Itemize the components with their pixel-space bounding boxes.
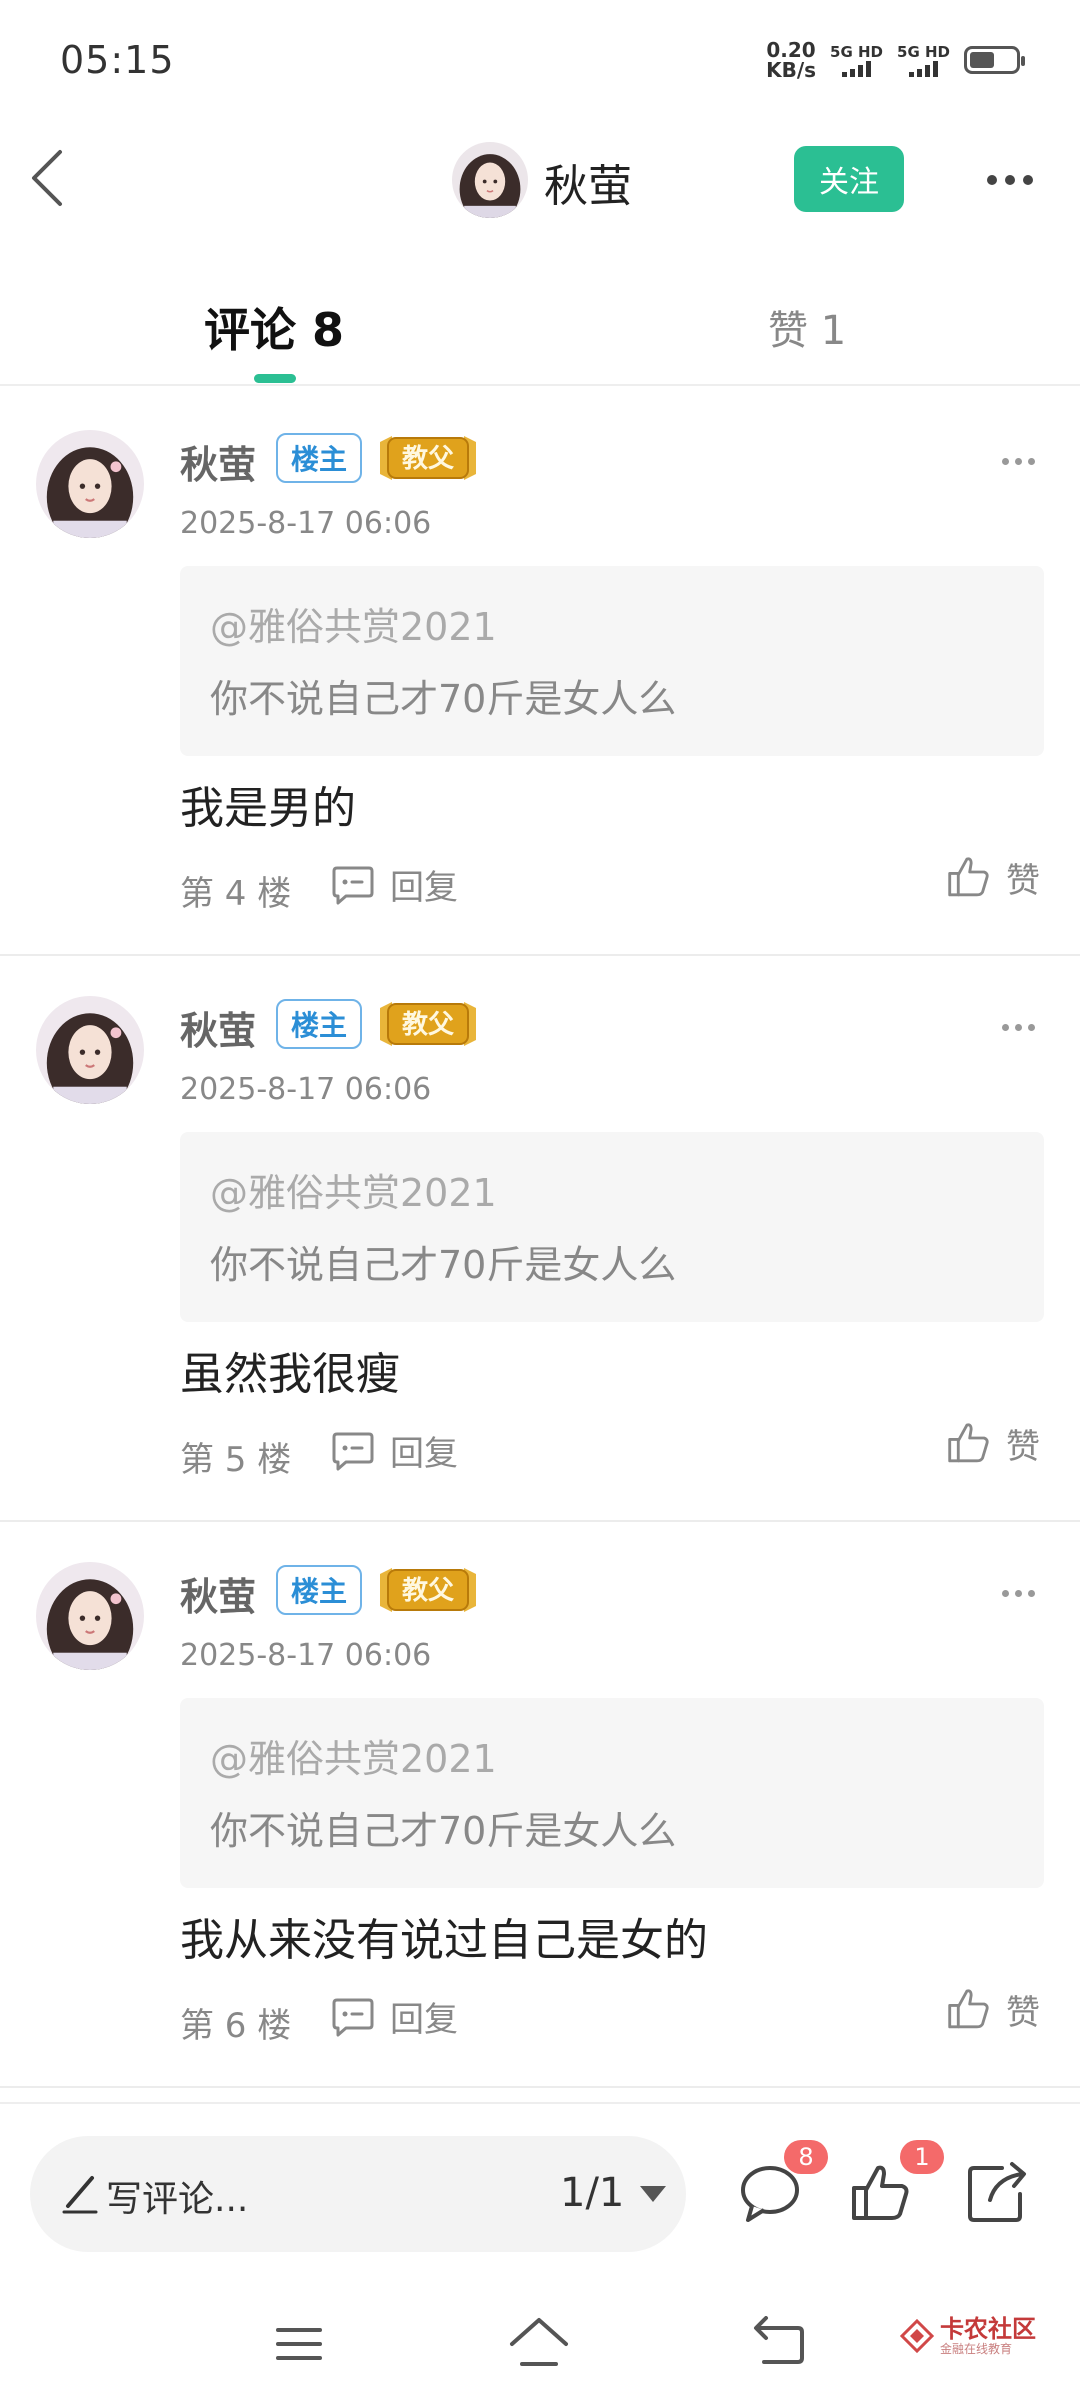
commenter-name[interactable]: 秋萤 xyxy=(180,434,256,489)
reply-label: 回复 xyxy=(390,2000,458,2040)
caret-down-icon[interactable] xyxy=(640,2186,666,2202)
comment-time: 2025-8-17 06:06 xyxy=(180,1638,432,1673)
comment-count-badge: 8 xyxy=(784,2140,828,2174)
brand-name: 卡农社区 xyxy=(940,2315,1036,2343)
header-user-name[interactable]: 秋萤 xyxy=(544,150,632,214)
follow-button[interactable]: 关注 xyxy=(794,146,904,212)
floor-number: 第 4 楼 xyxy=(180,874,292,914)
quoted-user[interactable]: @雅俗共赏2021 xyxy=(210,1728,497,1783)
write-comment-box[interactable]: 写评论... 1/1 xyxy=(30,2136,686,2252)
comment-more-button[interactable] xyxy=(1002,1590,1035,1597)
rank-badge: 教父 xyxy=(374,1564,482,1616)
like-label: 赞 xyxy=(1006,1992,1040,2033)
brand-icon xyxy=(900,2319,934,2353)
page-indicator[interactable]: 1/1 xyxy=(560,2170,624,2216)
divider xyxy=(0,2086,1080,2088)
commenter-name[interactable]: 秋萤 xyxy=(180,1566,256,1621)
nav-home-button[interactable] xyxy=(506,2314,572,2374)
write-comment-placeholder: 写评论... xyxy=(106,2179,249,2220)
brand-tagline: 金融在线教育 xyxy=(940,2342,1013,2356)
quoted-comment[interactable]: @雅俗共赏2021 你不说自己才70斤是女人么 xyxy=(180,1132,1044,1322)
comment-more-button[interactable] xyxy=(1002,458,1035,465)
back-button[interactable] xyxy=(24,146,74,210)
commenter-avatar[interactable] xyxy=(36,1562,144,1670)
thumbs-up-icon xyxy=(948,1423,989,1463)
floor-number: 第 6 楼 xyxy=(180,2006,292,2046)
reply-button[interactable]: 回复 xyxy=(330,1426,458,1475)
quoted-user[interactable]: @雅俗共赏2021 xyxy=(210,596,497,651)
divider xyxy=(0,1520,1080,1522)
commenter-avatar[interactable] xyxy=(36,996,144,1104)
reply-button[interactable]: 回复 xyxy=(330,1992,458,2041)
more-icon xyxy=(1002,458,1009,465)
signal-sim2-icon: 5G HD xyxy=(897,43,950,77)
quoted-comment[interactable]: @雅俗共赏2021 你不说自己才70斤是女人么 xyxy=(180,1698,1044,1888)
comments-button[interactable]: 8 xyxy=(736,2140,828,2228)
reply-label: 回复 xyxy=(390,1434,458,1474)
brand-logo: 卡农社区 金融在线教育 xyxy=(900,2316,1036,2356)
like-label: 赞 xyxy=(1006,1426,1040,1467)
reply-button[interactable]: 回复 xyxy=(330,860,458,909)
comment-time: 2025-8-17 06:06 xyxy=(180,506,432,541)
like-count-badge: 1 xyxy=(900,2140,944,2174)
comment-more-button[interactable] xyxy=(1002,1024,1035,1031)
commenter-avatar[interactable] xyxy=(36,430,144,538)
pencil-icon xyxy=(62,2176,98,2214)
nav-menu-button[interactable] xyxy=(274,2324,324,2368)
reply-label: 回复 xyxy=(390,868,458,908)
divider xyxy=(0,2102,1080,2104)
menu-icon xyxy=(276,2328,322,2360)
svg-text:教父: 教父 xyxy=(402,1010,455,1040)
more-icon xyxy=(1002,1024,1009,1031)
reply-icon xyxy=(332,1998,374,2036)
share-button[interactable] xyxy=(962,2158,1032,2228)
nav-back-button[interactable] xyxy=(752,2316,808,2372)
host-badge: 楼主 xyxy=(276,433,362,483)
thumbs-up-icon xyxy=(948,1989,989,2029)
quoted-comment[interactable]: @雅俗共赏2021 你不说自己才70斤是女人么 xyxy=(180,566,1044,756)
active-tab-indicator xyxy=(254,374,296,383)
battery-icon xyxy=(964,46,1025,74)
comment-like-button[interactable]: 赞 xyxy=(944,852,1040,902)
host-badge: 楼主 xyxy=(276,1565,362,1615)
quoted-text: 你不说自己才70斤是女人么 xyxy=(210,1243,677,1287)
share-icon xyxy=(968,2162,1026,2222)
more-icon xyxy=(987,175,997,185)
divider xyxy=(0,954,1080,956)
tab-likes[interactable]: 赞 1 xyxy=(768,298,846,356)
svg-text:教父: 教父 xyxy=(402,1576,455,1606)
network-speed: 0.20 KB/s xyxy=(766,38,817,82)
floor-number: 第 5 楼 xyxy=(180,1440,292,1480)
signal-sim1-icon: 5G HD xyxy=(830,43,883,77)
host-badge: 楼主 xyxy=(276,999,362,1049)
back-arrow-icon xyxy=(32,150,62,206)
rank-badge: 教父 xyxy=(374,998,482,1050)
status-time: 05:15 xyxy=(60,38,175,82)
home-icon xyxy=(510,2318,568,2366)
svg-text:教父: 教父 xyxy=(402,444,455,474)
like-button[interactable]: 1 xyxy=(846,2140,944,2228)
comment-text: 我是男的 xyxy=(180,783,356,834)
comment-text: 我从来没有说过自己是女的 xyxy=(180,1915,708,1966)
thumbs-up-icon xyxy=(948,857,989,897)
comment-text: 虽然我很瘦 xyxy=(180,1349,400,1400)
quoted-text: 你不说自己才70斤是女人么 xyxy=(210,677,677,721)
like-label: 赞 xyxy=(1006,860,1040,901)
reply-icon xyxy=(332,866,374,904)
divider xyxy=(0,384,1080,386)
quoted-user[interactable]: @雅俗共赏2021 xyxy=(210,1162,497,1217)
commenter-name[interactable]: 秋萤 xyxy=(180,1000,256,1055)
return-icon xyxy=(754,2316,804,2364)
tab-comments[interactable]: 评论 8 xyxy=(204,294,344,360)
comment-time: 2025-8-17 06:06 xyxy=(180,1072,432,1107)
more-button[interactable] xyxy=(980,160,1040,200)
more-icon xyxy=(1002,1590,1009,1597)
header-avatar[interactable] xyxy=(452,142,528,218)
status-icons: 0.20 KB/s 5G HD 5G HD xyxy=(766,38,1025,82)
reply-icon xyxy=(332,1432,374,1470)
comment-like-button[interactable]: 赞 xyxy=(944,1418,1040,1468)
rank-badge: 教父 xyxy=(374,432,482,484)
quoted-text: 你不说自己才70斤是女人么 xyxy=(210,1809,677,1853)
comment-like-button[interactable]: 赞 xyxy=(944,1984,1040,2034)
